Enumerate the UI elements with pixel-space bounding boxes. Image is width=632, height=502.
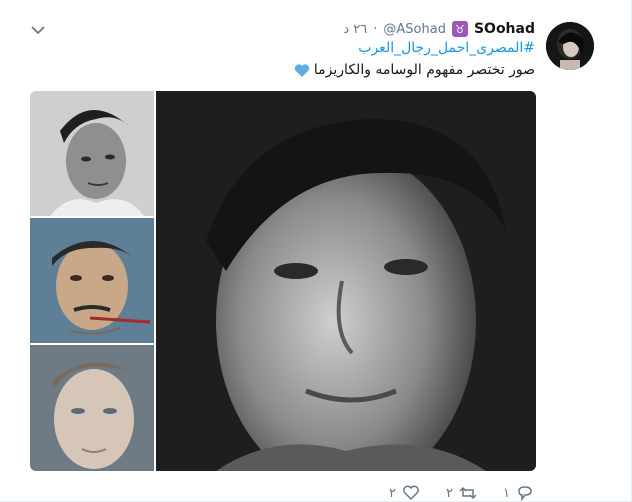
hashtag-link[interactable]: #المصرى_احمل_رجال_العرب <box>358 40 535 56</box>
tweet-header: SOohad ♉ @ASohad · ٢٦ د <box>343 18 535 40</box>
caret-down-icon[interactable] <box>30 22 46 38</box>
retweet-count: ٢ <box>446 485 454 501</box>
tweet-actions: ١ ٢ ٢ <box>389 484 534 502</box>
tweet-text: صور تختصر مفهوم الوسامه والكاريزما <box>313 62 535 78</box>
blue-heart-icon <box>294 63 310 77</box>
retweet-icon <box>459 486 477 500</box>
timestamp[interactable]: ٢٦ د <box>343 22 367 37</box>
user-handle[interactable]: @ASohad <box>383 22 446 37</box>
media-grid <box>30 91 536 471</box>
display-name[interactable]: SOohad <box>474 21 535 37</box>
retweet-button[interactable]: ٢ <box>446 484 477 502</box>
reply-count: ١ <box>503 485 510 501</box>
avatar[interactable] <box>546 22 594 70</box>
like-icon <box>403 485 419 501</box>
main-photo[interactable] <box>156 91 536 471</box>
photo-thumbnail-2[interactable] <box>30 218 154 343</box>
taurus-badge-icon: ♉ <box>451 21 468 37</box>
reply-icon <box>518 486 532 502</box>
like-button[interactable]: ٢ <box>389 484 420 502</box>
photo-thumbnail-1[interactable] <box>30 91 154 216</box>
reply-button[interactable]: ١ <box>503 484 534 502</box>
separator: · <box>373 21 378 37</box>
like-count: ٢ <box>389 485 397 501</box>
tweet-card: SOohad ♉ @ASohad · ٢٦ د #المصرى_احمل_رجا… <box>0 0 632 502</box>
photo-thumbnail-3[interactable] <box>30 345 154 471</box>
tweet-text-row: صور تختصر مفهوم الوسامه والكاريزما <box>294 62 535 78</box>
